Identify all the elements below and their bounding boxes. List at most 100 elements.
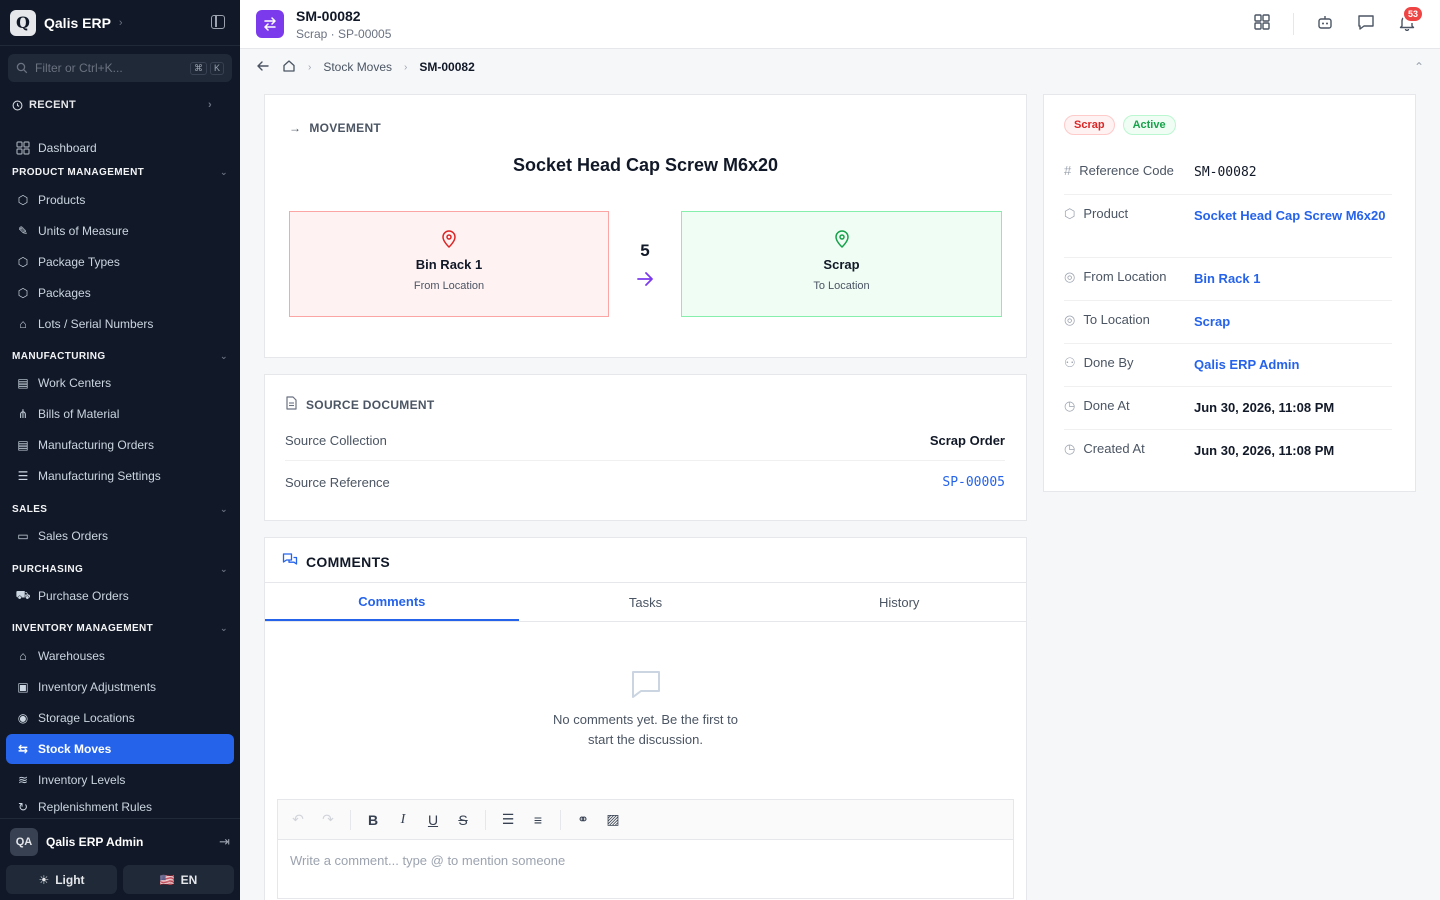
chat-icon[interactable] xyxy=(1356,12,1376,35)
cart-icon: ⛟ xyxy=(15,588,31,602)
grid-icon xyxy=(15,140,31,156)
section-title: PURCHASING xyxy=(12,564,84,575)
tab-comments[interactable]: Comments xyxy=(265,583,519,621)
field-label: Source Collection xyxy=(285,433,387,448)
sidebar-item-label: Work Centers xyxy=(38,376,112,390)
breadcrumb-link[interactable]: Stock Moves xyxy=(323,60,392,74)
sidebar-item-warehouses[interactable]: ⌂ Warehouses xyxy=(6,641,234,671)
bell-icon[interactable]: 53 xyxy=(1398,5,1424,34)
chevron-up-icon[interactable]: ⌃ xyxy=(1414,60,1424,74)
detail-label: # Reference Code xyxy=(1064,163,1194,194)
section-sales[interactable]: SALES ⌄ xyxy=(12,504,228,515)
sidebar-item-label: Purchase Orders xyxy=(38,589,129,603)
sidebar-item-label: Dashboard xyxy=(38,141,97,155)
logout-icon[interactable]: ⇥ xyxy=(219,834,230,850)
section-title: MOVEMENT xyxy=(309,121,382,135)
sidebar-item-label: Bills of Material xyxy=(38,407,120,421)
bullet-list-icon[interactable]: ☰ xyxy=(500,811,516,828)
page-subtitle: Scrap · SP-00005 xyxy=(296,27,392,41)
section-purchasing[interactable]: PURCHASING ⌄ xyxy=(12,564,228,575)
back-arrow-icon[interactable] xyxy=(256,59,270,76)
sidebar-item-units-of-measure[interactable]: ✎ Units of Measure xyxy=(6,216,234,246)
map-pin-icon: ◎ xyxy=(1064,269,1076,284)
user-profile[interactable]: QA Qalis ERP Admin ⇥ xyxy=(0,818,240,864)
sidebar-item-sales-orders[interactable]: ▭ Sales Orders xyxy=(6,521,234,551)
undo-icon[interactable]: ↶ xyxy=(290,811,306,828)
detail-label-text: Done By xyxy=(1083,355,1134,370)
section-product-management[interactable]: PRODUCT MANAGEMENT ⌄ xyxy=(12,167,228,178)
redo-icon[interactable]: ↷ xyxy=(320,811,336,828)
sidebar-item-label: Manufacturing Orders xyxy=(38,438,155,452)
sidebar-item-label: Units of Measure xyxy=(38,224,129,238)
clock-icon xyxy=(12,100,23,110)
bold-icon[interactable]: B xyxy=(365,812,381,828)
network-icon: ⋔ xyxy=(17,407,29,421)
section-manufacturing[interactable]: MANUFACTURING ⌄ xyxy=(12,351,228,362)
source-heading: SOURCE DOCUMENT xyxy=(285,396,435,413)
sidebar-item-lots-serial-numbers[interactable]: ⌂ Lots / Serial Numbers xyxy=(6,309,234,339)
from-location-name: Bin Rack 1 xyxy=(415,257,483,272)
app-name[interactable]: Qalis ERP xyxy=(44,15,111,31)
sidebar-item-storage-locations[interactable]: ◉ Storage Locations xyxy=(6,703,234,733)
tab-history[interactable]: History xyxy=(772,583,1026,621)
sidebar-item-work-centers[interactable]: ▤ Work Centers xyxy=(6,368,234,398)
to-location-link[interactable]: Scrap xyxy=(1194,312,1392,343)
chevron-right-icon: › xyxy=(404,61,408,73)
italic-icon[interactable]: I xyxy=(395,812,411,828)
image-icon[interactable]: ▨ xyxy=(605,811,621,828)
sidebar-item-products[interactable]: ⬡ Products xyxy=(6,185,234,215)
user-icon: ⚇ xyxy=(1064,355,1076,370)
language-button[interactable]: 🇺🇸 EN xyxy=(123,865,234,894)
from-location-link[interactable]: Bin Rack 1 xyxy=(1194,269,1392,300)
sidebar-item-manufacturing-settings[interactable]: ☰ Manufacturing Settings xyxy=(6,461,234,491)
sidebar-item-label: Inventory Levels xyxy=(38,773,126,787)
app-logo[interactable]: Q xyxy=(10,9,36,36)
sidebar-item-package-types[interactable]: ⬡ Package Types xyxy=(6,247,234,277)
detail-value: SM-00082 xyxy=(1194,165,1257,180)
sidebar-item-purchase-orders[interactable]: ⛟ Purchase Orders xyxy=(6,581,234,611)
section-title: PRODUCT MANAGEMENT xyxy=(12,167,145,178)
section-title: MANUFACTURING xyxy=(12,351,106,362)
sidebar-item-label: Stock Moves xyxy=(38,742,112,756)
theme-toggle-button[interactable]: ☀ Light xyxy=(6,865,117,894)
factory-icon: ▤ xyxy=(17,376,29,390)
sidebar-item-dashboard[interactable]: Dashboard xyxy=(6,133,234,163)
bot-icon[interactable] xyxy=(1316,13,1334,34)
sidebar-filter-input[interactable]: Filter or Ctrl+K... ⌘ K xyxy=(8,54,232,82)
sidebar-item-label: Storage Locations xyxy=(38,711,135,725)
editor-toolbar: ↶ ↷ B I U S ☰ ≡ ⚭ ▨ xyxy=(278,800,1013,840)
warehouse-icon: ⌂ xyxy=(19,649,27,663)
clipboard-icon: ▣ xyxy=(17,680,29,694)
underline-icon[interactable]: U xyxy=(425,812,441,828)
comment-input[interactable]: Write a comment... type @ to mention som… xyxy=(278,840,1013,881)
home-icon[interactable] xyxy=(282,59,296,76)
sidebar-item-replenishment-rules[interactable]: ↻ Replenishment Rules xyxy=(6,796,234,818)
strikethrough-icon[interactable]: S xyxy=(455,812,471,828)
chevron-right-icon: › xyxy=(208,99,212,111)
tab-tasks[interactable]: Tasks xyxy=(519,583,773,621)
sidebar-item-bills-of-material[interactable]: ⋔ Bills of Material xyxy=(6,399,234,429)
sidebar-item-stock-moves[interactable]: ⇆ Stock Moves xyxy=(6,734,234,764)
done-by-link[interactable]: Qalis ERP Admin xyxy=(1194,355,1392,386)
box-icon: ⬡ xyxy=(1064,206,1076,221)
section-inventory-management[interactable]: INVENTORY MANAGEMENT ⌄ xyxy=(12,623,228,634)
source-collection-row: Source Collection Scrap Order xyxy=(285,421,1005,461)
sidebar-item-inventory-adjustments[interactable]: ▣ Inventory Adjustments xyxy=(6,672,234,702)
divider xyxy=(560,809,561,830)
detail-row-reference-code: # Reference Code SM-00082 xyxy=(1064,163,1392,195)
chevron-right-icon[interactable]: › xyxy=(119,17,123,29)
sidebar-item-manufacturing-orders[interactable]: ▤ Manufacturing Orders xyxy=(6,430,234,460)
numbered-list-icon[interactable]: ≡ xyxy=(530,812,546,828)
link-icon[interactable]: ⚭ xyxy=(575,811,591,828)
product-link[interactable]: Socket Head Cap Screw M6x20 xyxy=(1194,206,1392,257)
sidebar-collapse-icon[interactable] xyxy=(211,15,225,29)
recent-section[interactable]: RECENT › xyxy=(12,99,212,111)
refresh-icon: ↻ xyxy=(17,800,29,814)
source-reference-link[interactable]: SP-00005 xyxy=(942,475,1005,490)
sidebar-item-label: Sales Orders xyxy=(38,529,109,543)
sidebar-item-packages[interactable]: ⬡ Packages xyxy=(6,278,234,308)
apps-grid-icon[interactable] xyxy=(1253,13,1271,34)
empty-text-line1: No comments yet. Be the first to xyxy=(553,712,738,727)
flag-icon: 🇺🇸 xyxy=(159,872,175,887)
sidebar-item-inventory-levels[interactable]: ≋ Inventory Levels xyxy=(6,765,234,795)
